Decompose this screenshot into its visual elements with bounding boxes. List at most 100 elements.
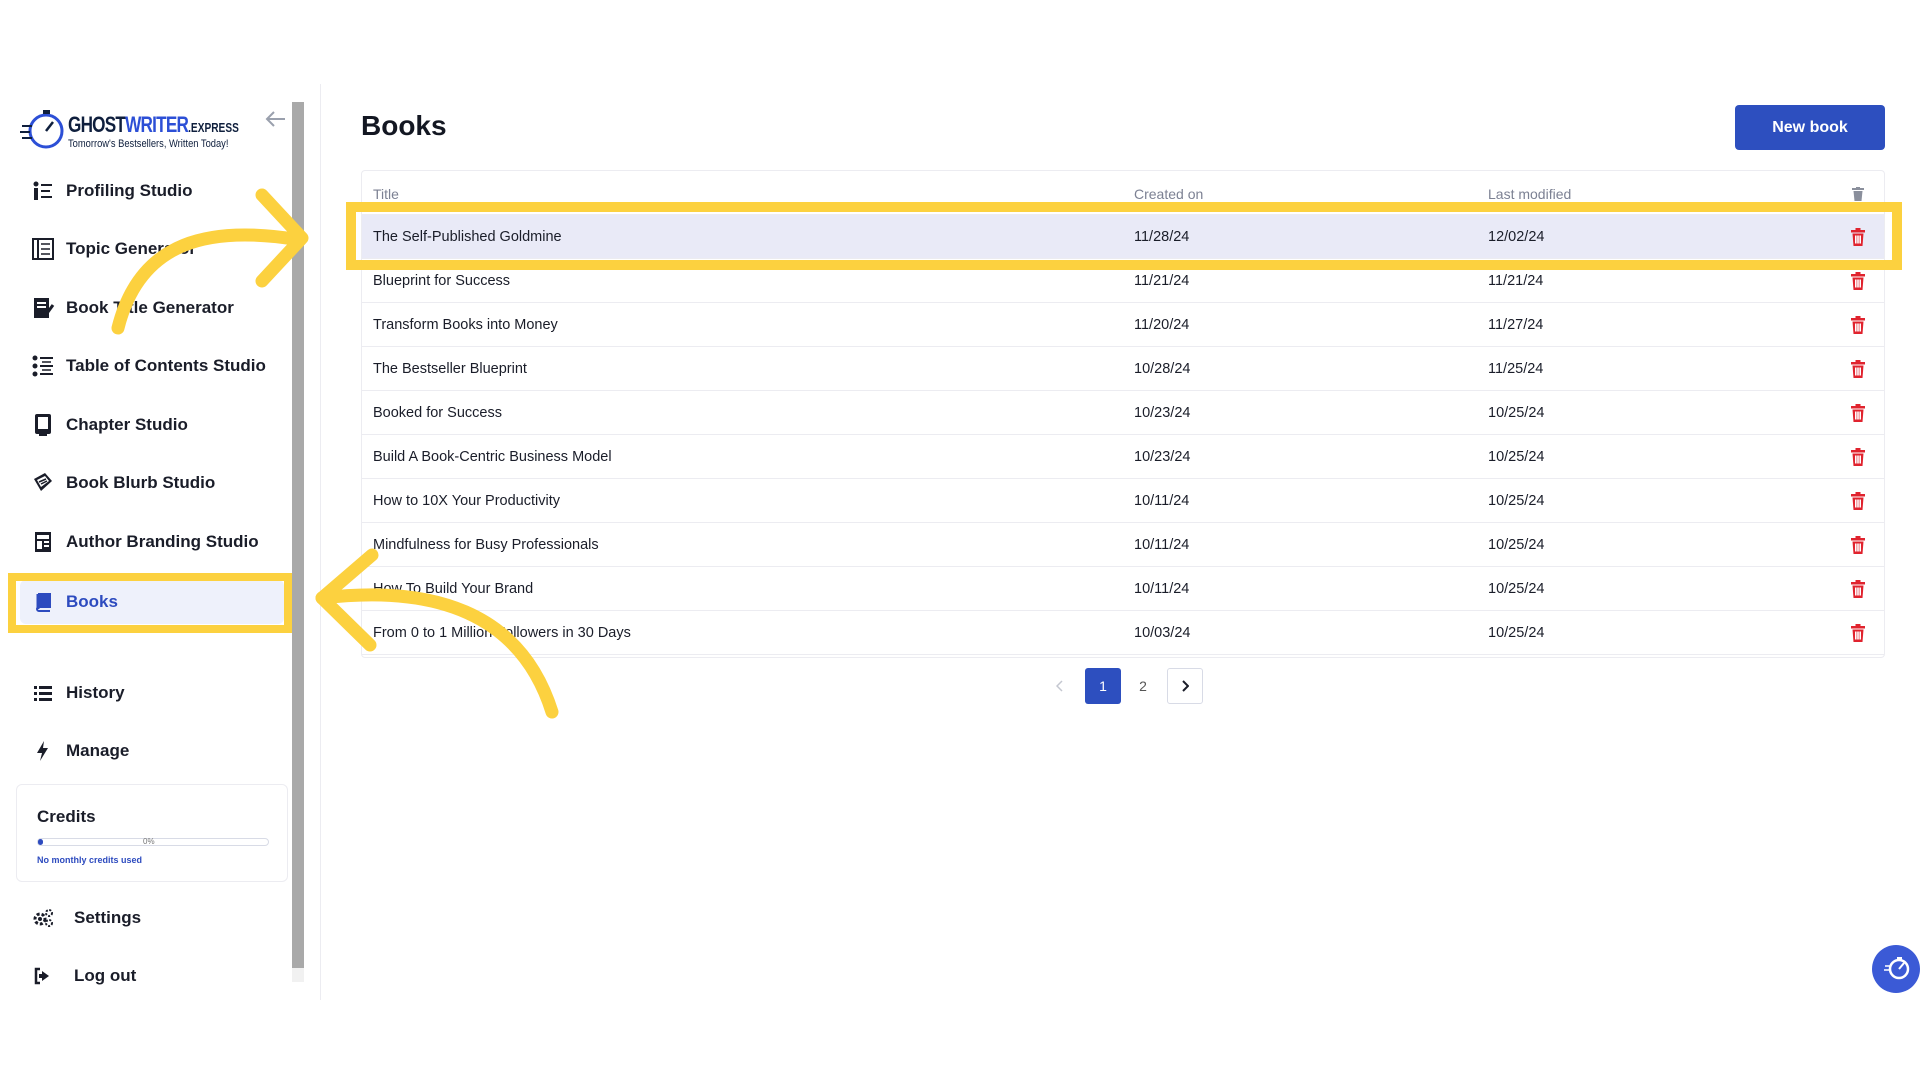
bolt-icon [30,738,56,764]
scrollbar-thumb[interactable] [292,102,304,968]
row-created-date: 10/23/24 [1134,405,1191,421]
stopwatch-help-icon [1884,957,1910,980]
sidebar-item-profiling-studio[interactable]: Profiling Studio [30,169,288,213]
row-created-date: 10/11/24 [1134,581,1190,597]
row-created-date: 10/28/24 [1134,361,1191,377]
logout-label: Log out [74,966,137,985]
stopwatch-logo-icon [20,110,64,149]
highlight-box-selected-row [346,202,1902,270]
table-row[interactable]: How To Build Your Brand 10/11/24 10/25/24 [362,567,1884,611]
trash-icon[interactable] [1848,579,1868,599]
row-modified-date: 11/27/24 [1488,317,1544,333]
row-created-date: 11/20/24 [1134,317,1190,333]
row-modified-date: 10/25/24 [1488,493,1545,509]
table-row[interactable]: Build A Book-Centric Business Model 10/23… [362,435,1884,479]
help-chat-button[interactable] [1872,945,1920,993]
sidebar-item-label: Manage [66,741,130,760]
trash-icon[interactable] [1848,359,1868,379]
table-row[interactable]: Booked for Success 10/23/24 10/25/24 [362,391,1884,435]
toc-icon [30,353,56,379]
column-header-created[interactable]: Created on [1134,186,1203,202]
chevron-left-icon [1056,680,1063,692]
sidebar-item-label: History [66,683,125,702]
trash-icon[interactable] [1848,315,1868,335]
sidebar-item-topic-generator[interactable]: Topic Generator [30,227,288,271]
sidebar-item-manage[interactable]: Manage [30,729,288,773]
chapter-icon [30,412,56,438]
sidebar-item-label: Book Title Generator [66,298,234,317]
column-header-modified[interactable]: Last modified [1488,186,1571,202]
trash-icon[interactable] [1848,447,1868,467]
row-title: How To Build Your Brand [373,581,534,597]
pagination-page-2[interactable]: 2 [1125,668,1161,704]
sidebar-divider [320,84,321,1000]
chevron-right-icon [1182,680,1189,692]
highlight-box-books-nav [8,573,292,633]
table-row[interactable]: From 0 to 1 Million Followers in 30 Days… [362,611,1884,655]
table-row[interactable]: Transform Books into Money 11/20/24 11/27/… [362,303,1884,347]
credits-note: No monthly credits used [37,855,143,865]
row-created-date: 10/11/24 [1134,537,1190,553]
row-modified-date: 10/25/24 [1488,449,1545,465]
row-title: Blueprint for Success [373,273,511,289]
profiling-icon [30,178,56,204]
sidebar-item-table-of-contents-studio[interactable]: Table of Contents Studio [30,344,288,388]
sidebar-item-label: Topic Generator [66,239,197,258]
sidebar-item-label: Author Branding Studio [66,532,259,551]
trash-icon[interactable] [1848,271,1868,291]
sidebar-item-label: Profiling Studio [66,181,193,200]
topic-icon [30,236,56,262]
trash-icon[interactable] [1848,491,1868,511]
sidebar-item-book-title-generator[interactable]: Book Title Generator [30,286,288,330]
row-created-date: 11/21/24 [1134,273,1190,289]
row-created-date: 10/03/24 [1134,625,1191,641]
logout-link[interactable]: Log out [30,954,288,998]
table-row[interactable]: Mindfulness for Busy Professionals 10/11/… [362,523,1884,567]
pagination-next-button[interactable] [1167,668,1203,704]
credits-title: Credits [37,807,96,826]
settings-label: Settings [74,908,142,927]
logo[interactable]: GHOSTWRITER.EXPRESS Tomorrow's Bestselle… [20,104,260,158]
arrow-left-icon [265,111,285,127]
table-row[interactable]: The Bestseller Blueprint 10/28/24 11/25/24 [362,347,1884,391]
sidebar-item-label: Chapter Studio [66,415,188,434]
column-header-title[interactable]: Title [373,186,399,202]
sidebar-item-chapter-studio[interactable]: Chapter Studio [30,403,288,447]
row-modified-date: 11/25/24 [1488,361,1544,377]
sidebar-item-author-branding-studio[interactable]: Author Branding Studio [30,520,288,564]
collapse-sidebar-button[interactable] [263,108,289,130]
credits-percent: 0% [143,837,155,846]
table-row[interactable]: How to 10X Your Productivity 10/11/24 10/2… [362,479,1884,523]
row-modified-date: 10/25/24 [1488,625,1545,641]
row-title: Mindfulness for Busy Professionals [373,537,599,553]
sidebar-scrollbar[interactable] [292,102,304,982]
list-icon [30,680,56,706]
row-title: Booked for Success [373,405,502,421]
trash-icon[interactable] [1848,535,1868,555]
row-created-date: 10/11/24 [1134,493,1190,509]
trash-icon[interactable] [1848,403,1868,423]
row-created-date: 10/23/24 [1134,449,1191,465]
page-title: Books [361,110,447,141]
sidebar-item-label: Table of Contents Studio [66,356,266,375]
settings-link[interactable]: Settings [30,896,288,940]
gears-icon [30,905,56,931]
sidebar-item-label: Book Blurb Studio [66,473,216,492]
book-title-icon [30,295,56,321]
pagination-page-1[interactable]: 1 [1085,668,1121,704]
pagination-prev-button[interactable] [1048,668,1072,704]
trash-icon[interactable] [1848,623,1868,643]
row-title: From 0 to 1 Million Followers in 30 Days [373,625,631,641]
sidebar-item-book-blurb-studio[interactable]: Book Blurb Studio [30,461,288,505]
row-modified-date: 10/25/24 [1488,581,1545,597]
row-modified-date: 11/21/24 [1488,273,1544,289]
new-book-button[interactable]: New book [1735,105,1885,150]
branding-icon [30,529,56,555]
row-title: The Bestseller Blueprint [373,361,527,377]
row-title: How to 10X Your Productivity [373,493,560,509]
logo-tagline: Tomorrow's Bestsellers, Written Today! [68,138,229,150]
sidebar: GHOSTWRITER.EXPRESS Tomorrow's Bestselle… [0,84,320,1000]
sidebar-item-history[interactable]: History [30,671,288,715]
credits-progress-fill [38,839,43,845]
row-title: Transform Books into Money [373,317,558,333]
